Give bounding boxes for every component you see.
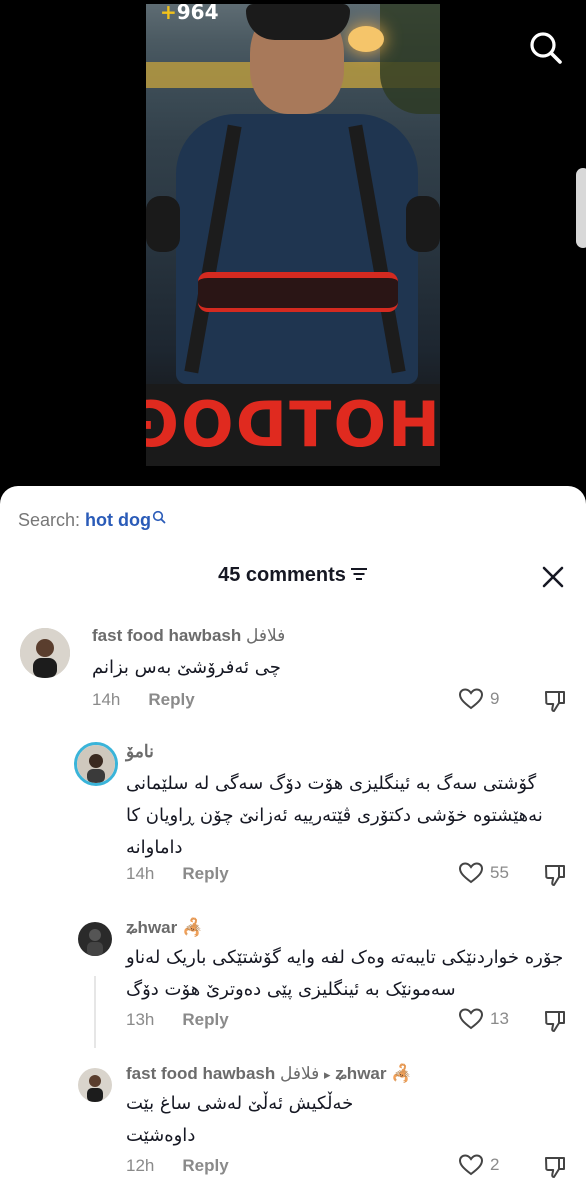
- author-name[interactable]: fast food hawbash: [92, 626, 241, 645]
- heart-icon: [458, 1008, 484, 1030]
- comment-time: 14h: [126, 864, 155, 883]
- comment-text: خەڵکیش ئەڵێ لەشی ساغ بێت داوەشێت: [126, 1093, 354, 1146]
- background-tree: [380, 4, 440, 114]
- like-button[interactable]: 55: [458, 861, 509, 885]
- side-panel-handle[interactable]: [576, 168, 586, 248]
- heart-icon: [458, 688, 484, 710]
- thumbs-down-icon: [545, 865, 565, 886]
- comment-meta: 14h Reply: [126, 864, 229, 884]
- person-hair: [246, 4, 350, 40]
- comment-item: fast food hawbash فلافل چی ئەفرۆشێ بەس ب…: [0, 620, 586, 720]
- thread-line: [94, 976, 96, 1048]
- heart-icon: [458, 862, 484, 884]
- logo-plus: +: [160, 4, 177, 24]
- reply-button[interactable]: Reply: [182, 864, 228, 883]
- author-name[interactable]: نامۆ: [126, 742, 154, 761]
- search-icon: [530, 32, 562, 64]
- avatar[interactable]: [78, 1068, 112, 1102]
- comments-count: 45 comments: [218, 564, 346, 586]
- avatar[interactable]: [74, 742, 118, 786]
- comment-author[interactable]: fast food hawbash فلافل ▸ ʑhwar 🦂: [126, 1064, 412, 1084]
- logo-text: 964: [176, 4, 219, 24]
- comment-meta: 14h Reply: [92, 690, 195, 710]
- comment-time: 13h: [126, 1010, 155, 1029]
- heart-icon: [458, 1154, 484, 1176]
- comment-author[interactable]: نامۆ: [126, 742, 154, 762]
- dislike-button[interactable]: [542, 1008, 568, 1034]
- comment-item: نامۆ گۆشتی سەگ بە ئینگلیزی هۆت دۆگ سەگی …: [0, 736, 586, 896]
- comment-meta: 12h Reply: [126, 1156, 229, 1176]
- author-name-suffix: فلافل: [275, 1064, 320, 1083]
- reply-arrow-icon: ▸: [323, 1067, 331, 1082]
- comments-sheet: Search: hot dog 45 comments fast food ha…: [0, 486, 586, 1200]
- comment-item: fast food hawbash فلافل ▸ ʑhwar 🦂 خەڵکیش…: [0, 1060, 586, 1190]
- search-prefix: Search:: [18, 510, 86, 530]
- comments-header: 45 comments: [0, 564, 586, 587]
- thumbs-down-icon: [545, 691, 565, 712]
- comment-author[interactable]: fast food hawbash فلافل: [92, 626, 285, 646]
- comment-author[interactable]: ʑhwar 🦂: [126, 918, 203, 938]
- search-small-icon: [152, 510, 166, 524]
- like-button[interactable]: 9: [458, 687, 499, 711]
- author-name[interactable]: fast food hawbash: [126, 1064, 275, 1083]
- thumbs-down-icon: [545, 1157, 565, 1178]
- thumbs-down-icon: [545, 1011, 565, 1032]
- sort-icon[interactable]: [350, 564, 368, 587]
- avatar[interactable]: [20, 628, 70, 678]
- comment-item: ʑhwar 🦂 جۆرە خواردنێکی تایبەتە وەک لفە و…: [0, 914, 586, 1044]
- comment-text: جۆرە خواردنێکی تایبەتە وەک لفە وایە گۆشت…: [126, 947, 564, 1000]
- reply-to-name[interactable]: ʑhwar: [335, 1064, 386, 1083]
- author-name-suffix: فلافل: [241, 626, 286, 645]
- author-emoji: 🦂: [391, 1064, 413, 1083]
- channel-logo: +964: [160, 4, 219, 24]
- glove-right: [406, 196, 440, 252]
- close-button[interactable]: [540, 564, 566, 590]
- comment-meta: 13h Reply: [126, 1010, 229, 1030]
- video-frame[interactable]: HOTDOG +964: [146, 4, 440, 466]
- search-query[interactable]: hot dog: [85, 510, 151, 530]
- hotdog-sign: HOTDOG: [146, 384, 440, 466]
- like-count: 13: [490, 1009, 509, 1028]
- comment-time: 12h: [126, 1156, 155, 1175]
- reply-button[interactable]: Reply: [148, 690, 194, 709]
- glove-left: [146, 196, 180, 252]
- comment-text: چی ئەفرۆشێ بەس بزانم: [92, 657, 281, 678]
- like-button[interactable]: 2: [458, 1153, 499, 1177]
- belt: [198, 272, 398, 312]
- like-count: 9: [490, 689, 500, 708]
- like-count: 55: [490, 863, 509, 882]
- avatar[interactable]: [78, 922, 112, 956]
- dislike-button[interactable]: [542, 688, 568, 714]
- reply-button[interactable]: Reply: [182, 1010, 228, 1029]
- like-button[interactable]: 13: [458, 1007, 509, 1031]
- background-lamp: [348, 26, 384, 52]
- dislike-button[interactable]: [542, 862, 568, 888]
- video-player[interactable]: HOTDOG +964: [0, 0, 586, 500]
- author-emoji: 🦂: [181, 918, 204, 937]
- reply-button[interactable]: Reply: [182, 1156, 228, 1175]
- author-name[interactable]: ʑhwar: [126, 918, 177, 937]
- search-suggestion[interactable]: Search: hot dog: [18, 510, 166, 531]
- dislike-button[interactable]: [542, 1154, 568, 1180]
- close-icon: [542, 566, 564, 588]
- comment-text: گۆشتی سەگ بە ئینگلیزی هۆت دۆگ سەگی لە سل…: [126, 773, 543, 858]
- search-button[interactable]: [526, 28, 566, 68]
- like-count: 2: [490, 1155, 500, 1174]
- comment-time: 14h: [92, 690, 121, 709]
